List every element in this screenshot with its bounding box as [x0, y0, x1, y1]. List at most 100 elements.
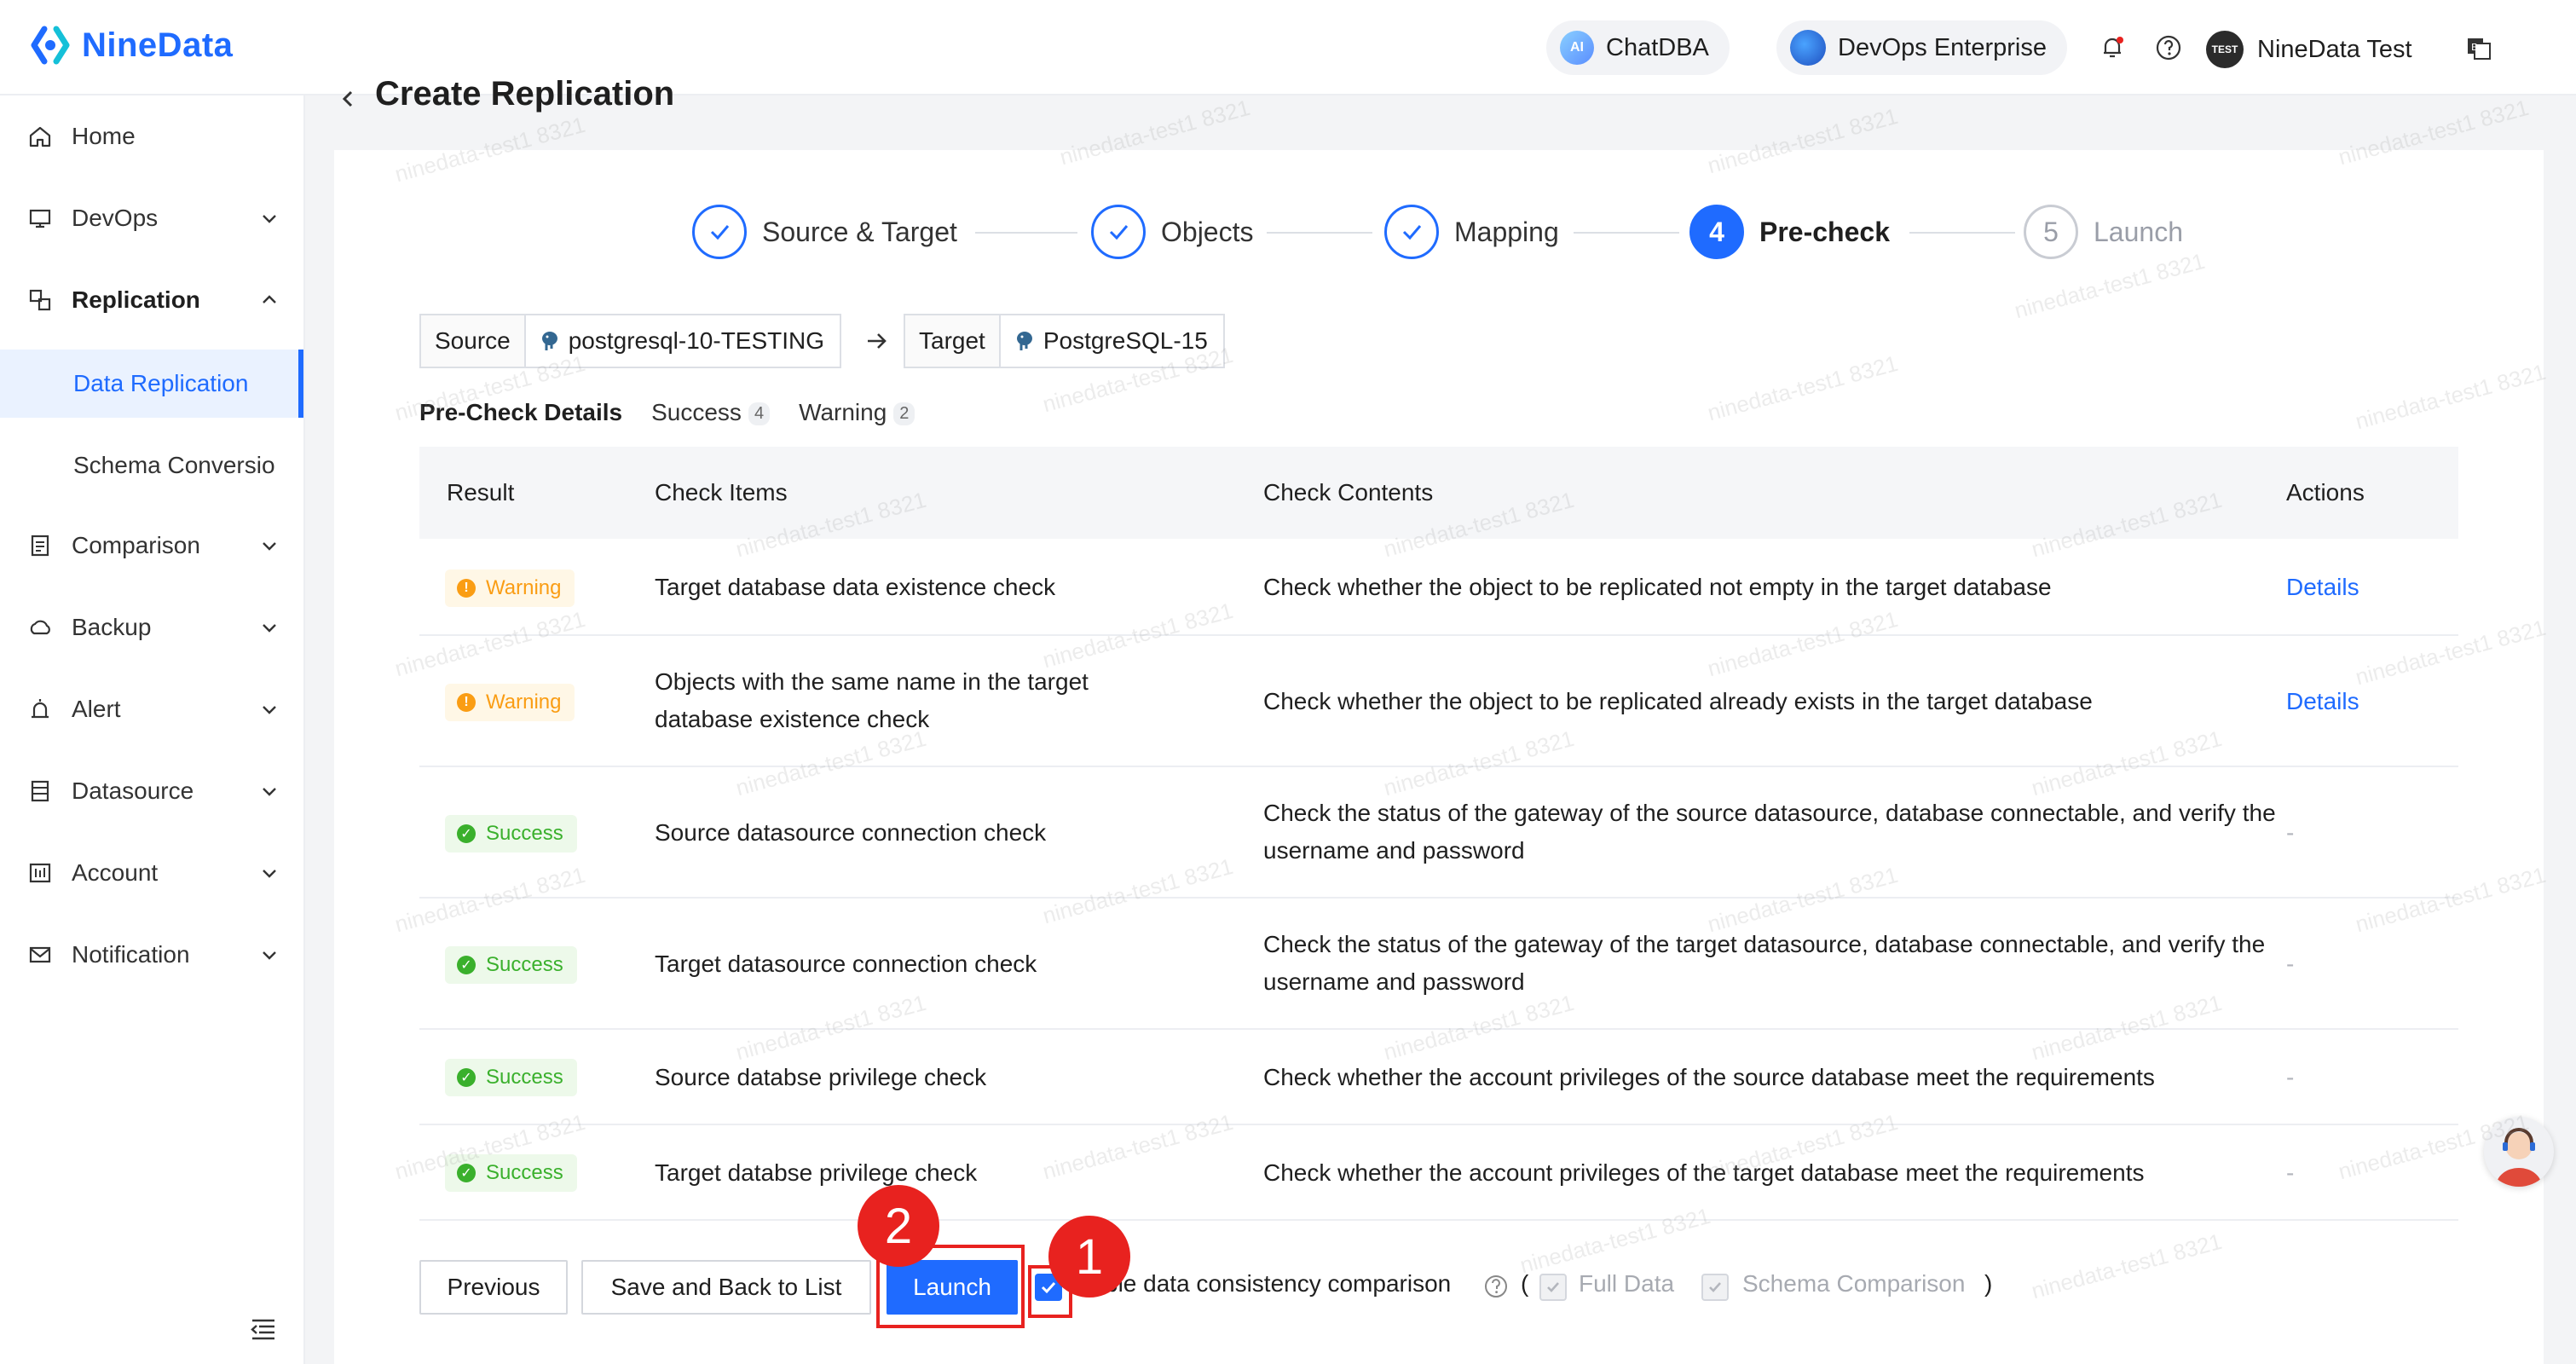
warning-icon: ! [457, 579, 476, 598]
details-link[interactable]: Details [2286, 683, 2359, 720]
success-count: 4 [748, 402, 771, 426]
tab-label: Warning [799, 399, 887, 425]
table-row: ✓ Success Source datasource connection ch… [419, 767, 2458, 899]
postgresql-elephant-icon [1016, 332, 1032, 350]
tab-warning[interactable]: Warning 2 [799, 399, 915, 426]
sidebar-item-label: Replication [72, 286, 200, 313]
brand-logo[interactable]: NineData [29, 24, 233, 66]
data-consistency-label: ble data consistency comparison [1105, 1270, 1452, 1297]
checkmark-icon [1709, 1282, 1721, 1292]
sidebar-item-home[interactable]: Home [0, 102, 303, 170]
chatdba-button[interactable]: AI ChatDBA [1546, 20, 1730, 75]
status-badge: ✓ Success [445, 1059, 577, 1096]
details-link[interactable]: Details [2286, 569, 2359, 606]
datasource-icon [31, 780, 49, 802]
sidebar-item-notification[interactable]: Notification [0, 921, 303, 989]
step-connector [1909, 232, 2015, 234]
chevron-down-icon [263, 624, 276, 633]
replication-icon [29, 289, 51, 311]
schema-comparison-checkbox[interactable] [1701, 1274, 1729, 1301]
chevron-up-icon [263, 295, 276, 303]
bell-icon[interactable] [2099, 34, 2126, 61]
sidebar-item-label: Home [72, 123, 136, 149]
sidebar-item-devops[interactable]: DevOps [0, 184, 303, 252]
collapse-sidebar-icon[interactable] [249, 1315, 278, 1344]
target-box: Target PostgreSQL-15 [904, 314, 1225, 368]
success-check-icon: ✓ [457, 956, 476, 974]
full-data-label: Full Data [1579, 1270, 1675, 1297]
step-label: Source & Target [762, 216, 957, 247]
success-check-icon: ✓ [457, 1068, 476, 1087]
status-text: Success [486, 1161, 563, 1184]
home-icon [29, 126, 51, 147]
success-check-icon: ✓ [457, 1164, 476, 1182]
back-arrow-icon[interactable] [338, 89, 358, 109]
postgresql-elephant-icon [541, 332, 557, 350]
sidebar-item-label: Notification [72, 941, 190, 968]
step-label: Launch [2094, 216, 2183, 247]
language-switch-icon[interactable]: E [2465, 34, 2492, 61]
arrow-right-icon [868, 333, 887, 349]
check-icon [1091, 205, 1146, 259]
user-menu[interactable]: TEST NineData Test [2206, 31, 2412, 68]
sidebar-item-backup[interactable]: Backup [0, 593, 303, 662]
status-text: Warning [486, 691, 562, 714]
table-row: ✓ Success Target datasource connection ch… [419, 899, 2458, 1030]
step-objects: Objects [1091, 205, 1253, 259]
step-connector [1267, 232, 1372, 234]
warning-icon: ! [457, 693, 476, 712]
col-check-contents: Check Contents [1263, 479, 1434, 506]
ninedata-logo-icon [31, 26, 70, 65]
target-label: Target [905, 315, 1001, 367]
chatdba-label: ChatDBA [1606, 33, 1709, 61]
sidebar-subitem-data-replication[interactable]: Data Replication [0, 350, 303, 418]
devops-enterprise-button[interactable]: DevOps Enterprise [1776, 20, 2067, 75]
sidebar-item-alert[interactable]: Alert [0, 675, 303, 743]
status-badge: ! Warning [445, 569, 575, 607]
no-action: - [2286, 1159, 2295, 1186]
sidebar-item-replication[interactable]: Replication [0, 266, 303, 334]
col-actions: Actions [2286, 479, 2365, 506]
schema-comparison-label: Schema Comparison [1742, 1270, 1966, 1297]
status-badge: ✓ Success [445, 815, 577, 852]
chevron-down-icon [263, 870, 276, 878]
sidebar-item-datasource[interactable]: Datasource [0, 757, 303, 825]
status-text: Success [486, 1066, 563, 1089]
step-number: 5 [2024, 205, 2078, 259]
check-item: Target database data existence check [655, 574, 1056, 600]
chevron-down-icon [263, 215, 276, 223]
devops-enterprise-label: DevOps Enterprise [1838, 33, 2047, 61]
paren-close: ) [1984, 1270, 1993, 1297]
paren-open: ( [1521, 1270, 1529, 1297]
full-data-checkbox[interactable] [1539, 1274, 1567, 1301]
table-row: ✓ Success Target databse privilege check … [419, 1125, 2458, 1221]
comparison-icon [31, 535, 49, 557]
svg-text:E: E [2471, 42, 2477, 53]
source-box: Source postgresql-10-TESTING [419, 314, 842, 368]
tab-label: Success [651, 399, 742, 425]
tab-success[interactable]: Success 4 [651, 399, 771, 426]
save-back-button[interactable]: Save and Back to List [581, 1260, 871, 1315]
sidebar-subitem-schema-conversion[interactable]: Schema Conversio [0, 431, 303, 500]
table-row: ! Warning Target database data existence … [419, 539, 2458, 636]
annotation-marker-1: 1 [1048, 1216, 1130, 1298]
status-text: Success [486, 953, 563, 976]
check-item: Source datasource connection check [655, 819, 1047, 846]
check-content: Check whether the account privileges of … [1263, 1064, 2155, 1090]
previous-button[interactable]: Previous [419, 1260, 568, 1315]
chevron-down-icon [263, 788, 276, 796]
table-row: ✓ Success Source databse privilege check … [419, 1030, 2458, 1125]
chevron-down-icon [263, 951, 276, 960]
help-icon[interactable] [2155, 34, 2182, 61]
account-icon [29, 863, 51, 883]
sidebar-item-label: Alert [72, 696, 121, 722]
checkmark-icon [1547, 1282, 1559, 1292]
page-title: Create Replication [375, 75, 675, 113]
sidebar-item-label: Datasource [72, 777, 194, 804]
sidebar-item-comparison[interactable]: Comparison [0, 512, 303, 580]
tab-pre-check-details[interactable]: Pre-Check Details [419, 399, 622, 426]
sidebar-item-account[interactable]: Account [0, 839, 303, 907]
help-circle-icon[interactable] [1483, 1274, 1509, 1299]
check-icon [1384, 205, 1439, 259]
support-bot-avatar[interactable] [2484, 1117, 2554, 1187]
